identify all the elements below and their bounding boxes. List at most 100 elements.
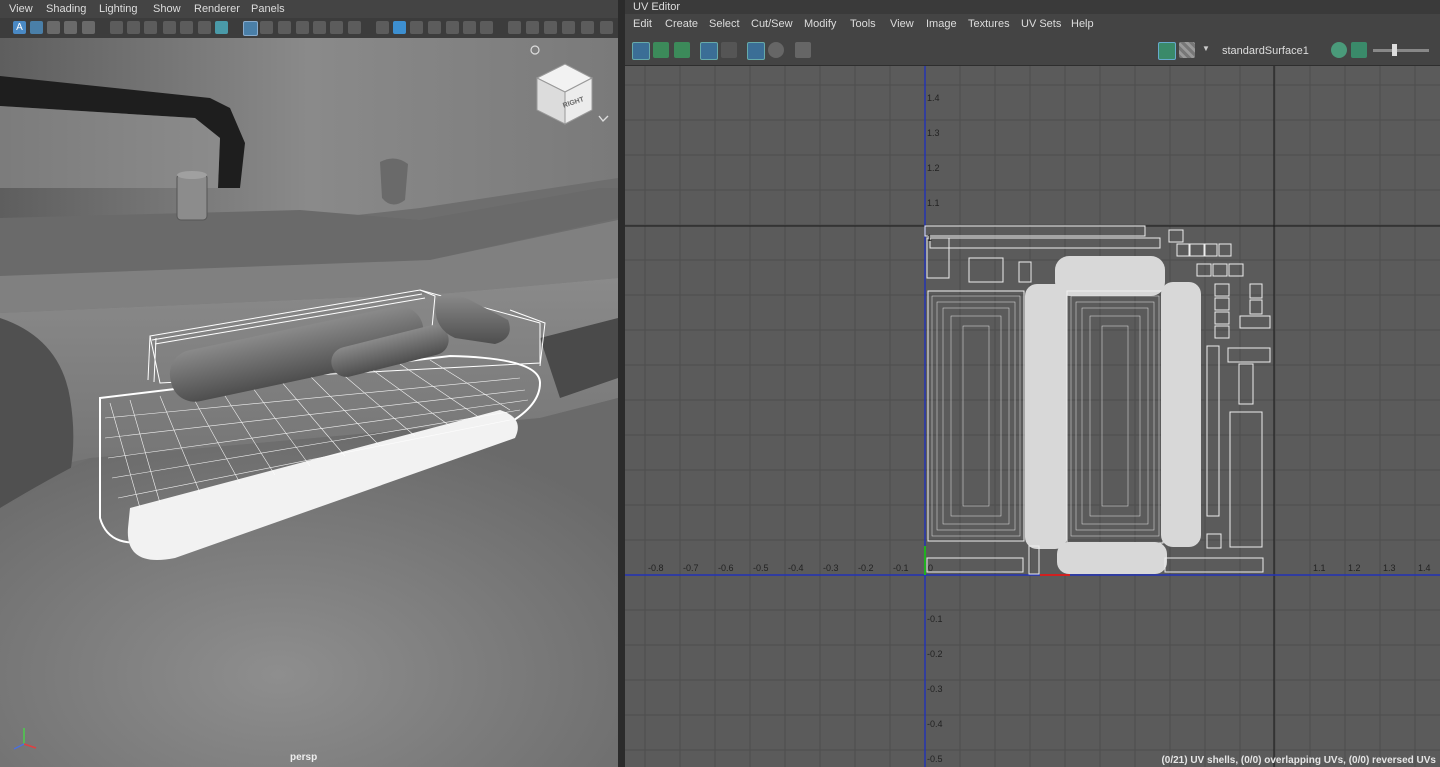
- grease-pencil-icon[interactable]: [110, 21, 123, 34]
- v-tick-label: -0.5: [927, 754, 943, 764]
- material-selector[interactable]: standardSurface1: [1222, 45, 1309, 57]
- v-tick-label: 1.1: [927, 198, 940, 208]
- field-chart-icon[interactable]: [198, 21, 211, 34]
- uv-menu-view[interactable]: View: [890, 18, 914, 30]
- v-tick-label: -0.1: [927, 614, 943, 624]
- safe-action-icon[interactable]: [215, 21, 228, 34]
- uv-menu-create[interactable]: Create: [665, 18, 698, 30]
- xray-joints-icon[interactable]: [410, 21, 423, 34]
- uv-menu-tools[interactable]: Tools: [850, 18, 876, 30]
- u-tick-label: 1.1: [1313, 563, 1326, 573]
- uv-grid: [625, 66, 1440, 767]
- camera-lock-icon[interactable]: [127, 21, 140, 34]
- uv-texture-icon[interactable]: [1351, 42, 1367, 58]
- uv-menu-image[interactable]: Image: [926, 18, 957, 30]
- depth-of-field-icon[interactable]: [544, 21, 557, 34]
- uv-menu-select[interactable]: Select: [709, 18, 740, 30]
- isolate-icon[interactable]: [376, 21, 389, 34]
- uv-editor-titlebar: UV Editor: [625, 0, 1440, 14]
- u-tick-label: -0.6: [718, 563, 734, 573]
- uv-snapshot-icon[interactable]: [795, 42, 811, 58]
- textured-icon[interactable]: [313, 21, 326, 34]
- u-tick-label: -0.2: [858, 563, 874, 573]
- select-camera-icon[interactable]: A: [13, 21, 26, 34]
- uv-menu-edit[interactable]: Edit: [633, 18, 652, 30]
- u-tick-label: -0.7: [683, 563, 699, 573]
- exposure-icon[interactable]: [562, 21, 575, 34]
- exposure-slider[interactable]: [1373, 49, 1429, 52]
- shadows-icon[interactable]: [446, 21, 459, 34]
- menu-show[interactable]: Show: [153, 3, 181, 15]
- uv-menu-help[interactable]: Help: [1071, 18, 1094, 30]
- uv-menu-uv-sets[interactable]: UV Sets: [1021, 18, 1061, 30]
- panel-splitter[interactable]: [618, 0, 625, 767]
- grid-icon[interactable]: [243, 21, 258, 36]
- uv-menu-modify[interactable]: Modify: [804, 18, 836, 30]
- v-tick-label: 1.3: [927, 128, 940, 138]
- film-gate-icon[interactable]: [144, 21, 157, 34]
- viewport-menubar: View Shading Lighting Show Renderer Pane…: [0, 0, 618, 18]
- lights-toggle-icon[interactable]: [463, 21, 476, 34]
- uv-editor-title: UV Editor: [633, 1, 681, 13]
- uv-image-display-icon[interactable]: [1158, 42, 1176, 60]
- uv-filter-icon[interactable]: [768, 42, 784, 58]
- u-tick-label: -0.3: [823, 563, 839, 573]
- bookmarks-icon[interactable]: [47, 21, 60, 34]
- camera-label: persp: [290, 752, 318, 763]
- v-tick-label: -0.2: [927, 649, 943, 659]
- text-icon[interactable]: [348, 21, 361, 34]
- anti-aliasing-icon[interactable]: [526, 21, 539, 34]
- motion-blur-icon[interactable]: [508, 21, 521, 34]
- menu-shading[interactable]: Shading: [46, 3, 86, 15]
- v-tick-label: 1.4: [927, 93, 940, 103]
- uv-shell-select-icon[interactable]: [632, 42, 650, 60]
- uv-menu-textures[interactable]: Textures: [968, 18, 1010, 30]
- uv-shader-icon[interactable]: [1331, 42, 1347, 58]
- image-plane-icon[interactable]: [64, 21, 77, 34]
- smooth-shade-icon[interactable]: [278, 21, 291, 34]
- uv-wireframe-icon[interactable]: [747, 42, 765, 60]
- xray-icon[interactable]: [393, 21, 406, 34]
- gate-mask-icon[interactable]: [180, 21, 193, 34]
- camera-attributes-icon[interactable]: [30, 21, 43, 34]
- ambient-occlusion-icon[interactable]: [480, 21, 493, 34]
- u-tick-label: 1.2: [1348, 563, 1361, 573]
- v-tick-label: 1.2: [927, 163, 940, 173]
- uv-checker-icon[interactable]: [653, 42, 669, 58]
- uv-toolbar: ▼ standardSurface1: [625, 34, 1440, 66]
- u-tick-label: -0.5: [753, 563, 769, 573]
- v-tick-label: -0.4: [927, 719, 943, 729]
- uv-distortion-icon[interactable]: [674, 42, 690, 58]
- u-tick-label: -0.4: [788, 563, 804, 573]
- u-tick-label: 1.4: [1418, 563, 1431, 573]
- uv-pixel-snap-icon[interactable]: [721, 42, 737, 58]
- wireframe-icon[interactable]: [260, 21, 273, 34]
- viewport-toolbar: A: [0, 18, 618, 38]
- u-tick-label: -0.8: [648, 563, 664, 573]
- two-d-pan-icon[interactable]: [82, 21, 95, 34]
- uv-dim-image-icon[interactable]: [1179, 42, 1195, 58]
- scene-render: RIGHT: [0, 38, 618, 767]
- persp-viewport[interactable]: RIGHT persp: [0, 38, 618, 767]
- v-tick-label: -0.3: [927, 684, 943, 694]
- uv-menubar: Edit Create Select Cut/Sew Modify Tools …: [625, 14, 1440, 34]
- xray-active-icon[interactable]: [428, 21, 441, 34]
- wireframe-on-shaded-icon[interactable]: [296, 21, 309, 34]
- v-tick-label: 1: [927, 233, 933, 243]
- uv-grid-icon[interactable]: [700, 42, 718, 60]
- menu-panels[interactable]: Panels: [251, 3, 285, 15]
- uv-canvas[interactable]: -0.8 -0.7 -0.6 -0.5 -0.4 -0.3 -0.2 -0.1 0 1.1 1.2 1…: [625, 66, 1440, 767]
- menu-lighting[interactable]: Lighting: [99, 3, 138, 15]
- resolution-gate-icon[interactable]: [163, 21, 176, 34]
- color-management-icon[interactable]: [600, 21, 613, 34]
- uv-menu-cut-sew[interactable]: Cut/Sew: [751, 18, 793, 30]
- menu-view[interactable]: View: [9, 3, 33, 15]
- menu-renderer[interactable]: Renderer: [194, 3, 240, 15]
- uv-status-bar: (0/21) UV shells, (0/0) overlapping UVs,…: [1161, 755, 1436, 766]
- u-tick-label: 0: [928, 563, 934, 573]
- material-dropdown-arrow-icon[interactable]: ▼: [1202, 44, 1210, 53]
- exposure-slider-handle[interactable]: [1392, 44, 1397, 56]
- gamma-icon[interactable]: [581, 21, 594, 34]
- u-tick-label: -0.1: [893, 563, 909, 573]
- lights-icon[interactable]: [330, 21, 343, 34]
